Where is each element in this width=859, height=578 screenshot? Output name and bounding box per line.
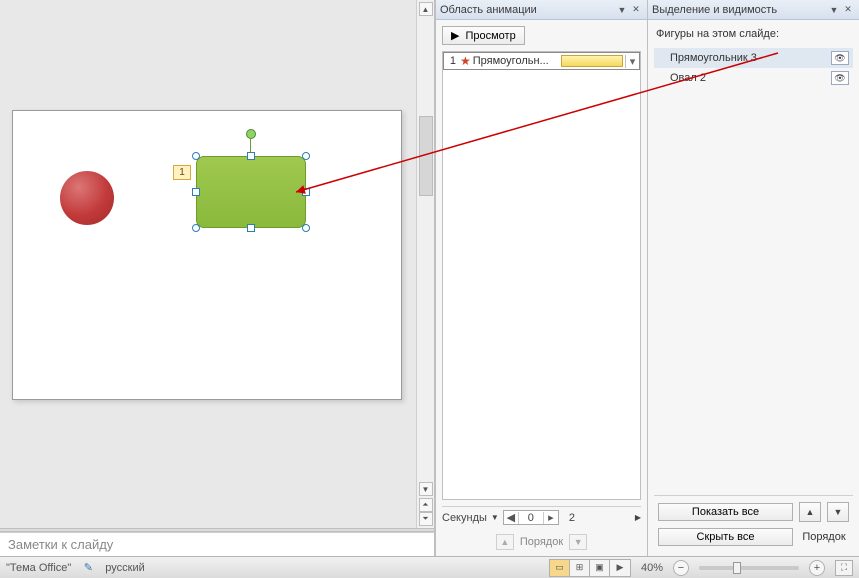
notes-area[interactable]: Заметки к слайду xyxy=(0,532,434,556)
timeline-stepper[interactable]: ◀ 0 ▸ xyxy=(503,510,559,525)
selection-pane: Выделение и видимость ▼ ✕ Фигуры на этом… xyxy=(647,0,859,556)
animation-item-name: Прямоугольн... xyxy=(473,55,561,67)
fit-window-icon[interactable]: ⛶ xyxy=(835,560,853,576)
spellcheck-icon[interactable]: ✎ xyxy=(81,561,95,575)
zoom-knob[interactable] xyxy=(733,562,741,574)
slide-editor[interactable]: 1 ▲ ▼ xyxy=(0,0,434,528)
scroll-down-icon[interactable]: ▼ xyxy=(419,482,433,496)
rotate-handle[interactable] xyxy=(246,129,256,139)
normal-view-icon[interactable]: ▭ xyxy=(550,560,570,576)
shapes-list: Прямоугольник 3 👁 Овал 2 👁 xyxy=(654,48,853,489)
animation-item[interactable]: 1 ★ Прямоугольн... ▾ xyxy=(443,52,640,70)
status-bar: "Тема Office" ✎ русский ▭ ⊞ ▣ ▶ 40% − + … xyxy=(0,556,859,578)
hide-all-button[interactable]: Скрыть все xyxy=(658,528,793,546)
prev-slide-icon[interactable]: ⏶ xyxy=(419,498,433,512)
shape-oval[interactable] xyxy=(60,171,114,225)
animation-pane-title: Область анимации xyxy=(440,4,615,16)
reading-view-icon[interactable]: ▣ xyxy=(590,560,610,576)
shape-rectangle[interactable] xyxy=(196,156,306,228)
reorder-label: Порядок xyxy=(799,531,849,543)
preview-button[interactable]: ▶ Просмотр xyxy=(442,26,525,45)
reorder-up-icon[interactable]: ▲ xyxy=(496,534,514,550)
next-slide-icon[interactable]: ⏷ xyxy=(419,512,433,526)
shape-item-name: Овал 2 xyxy=(670,72,827,84)
timeline-current: 0 xyxy=(518,512,544,524)
scroll-thumb[interactable] xyxy=(419,116,433,196)
show-all-button[interactable]: Показать все xyxy=(658,503,793,521)
pane-menu-icon[interactable]: ▼ xyxy=(827,3,841,17)
reorder-down-icon[interactable]: ▼ xyxy=(827,502,849,522)
animation-pane: Область анимации ▼ ✕ ▶ Просмотр 1 ★ Прям… xyxy=(435,0,647,556)
slideshow-view-icon[interactable]: ▶ xyxy=(610,560,630,576)
timeline-controls: Секунды ▼ ◀ 0 ▸ 2 ▶ xyxy=(442,506,641,525)
pane-menu-icon[interactable]: ▼ xyxy=(615,3,629,17)
reorder-up-icon[interactable]: ▲ xyxy=(799,502,821,522)
reorder-label: Порядок xyxy=(520,536,563,548)
animation-duration-bar[interactable] xyxy=(561,55,623,67)
shape-list-item[interactable]: Овал 2 👁 xyxy=(654,68,853,88)
sorter-view-icon[interactable]: ⊞ xyxy=(570,560,590,576)
play-icon: ▶ xyxy=(451,29,459,42)
zoom-out-icon[interactable]: − xyxy=(673,560,689,576)
scroll-up-icon[interactable]: ▲ xyxy=(419,2,433,16)
selection-handle-n[interactable] xyxy=(247,152,255,160)
slide-canvas[interactable]: 1 xyxy=(12,110,402,400)
selection-handle-s[interactable] xyxy=(247,224,255,232)
preview-button-label: Просмотр xyxy=(465,30,515,42)
reorder-down-icon[interactable]: ▼ xyxy=(569,534,587,550)
zoom-label[interactable]: 40% xyxy=(641,562,663,574)
step-next-icon[interactable]: ▸ xyxy=(544,511,558,524)
pane-close-icon[interactable]: ✕ xyxy=(629,3,643,17)
step-prev-icon[interactable]: ◀ xyxy=(504,511,518,524)
selection-handle-sw[interactable] xyxy=(192,224,200,232)
effect-icon: ★ xyxy=(458,54,473,68)
view-switcher: ▭ ⊞ ▣ ▶ xyxy=(549,559,631,577)
chevron-down-icon[interactable]: ▼ xyxy=(491,513,499,522)
slide-scrollbar[interactable]: ▲ ▼ ⏶ ⏷ xyxy=(416,0,434,528)
timeline-end-icon[interactable]: ▶ xyxy=(635,513,641,522)
animation-item-menu-icon[interactable]: ▾ xyxy=(625,55,639,68)
zoom-in-icon[interactable]: + xyxy=(809,560,825,576)
animation-item-index: 1 xyxy=(444,55,458,67)
zoom-slider[interactable] xyxy=(699,566,799,570)
selection-handle-nw[interactable] xyxy=(192,152,200,160)
shape-list-item[interactable]: Прямоугольник 3 👁 xyxy=(654,48,853,68)
shape-item-name: Прямоугольник 3 xyxy=(670,52,827,64)
selection-handle-w[interactable] xyxy=(192,188,200,196)
visibility-toggle-icon[interactable]: 👁 xyxy=(831,51,849,65)
selection-pane-title: Выделение и видимость xyxy=(652,4,827,16)
timeline-label: Секунды xyxy=(442,512,487,524)
language-label[interactable]: русский xyxy=(105,562,144,574)
animation-tag[interactable]: 1 xyxy=(173,165,191,180)
selection-handle-e[interactable] xyxy=(302,188,310,196)
shapes-caption: Фигуры на этом слайде: xyxy=(654,28,853,42)
theme-label[interactable]: "Тема Office" xyxy=(6,562,71,574)
selection-handle-ne[interactable] xyxy=(302,152,310,160)
visibility-toggle-icon[interactable]: 👁 xyxy=(831,71,849,85)
animation-list[interactable]: 1 ★ Прямоугольн... ▾ xyxy=(442,51,641,500)
timeline-marker: 2 xyxy=(569,512,575,524)
selection-handle-se[interactable] xyxy=(302,224,310,232)
pane-close-icon[interactable]: ✕ xyxy=(841,3,855,17)
